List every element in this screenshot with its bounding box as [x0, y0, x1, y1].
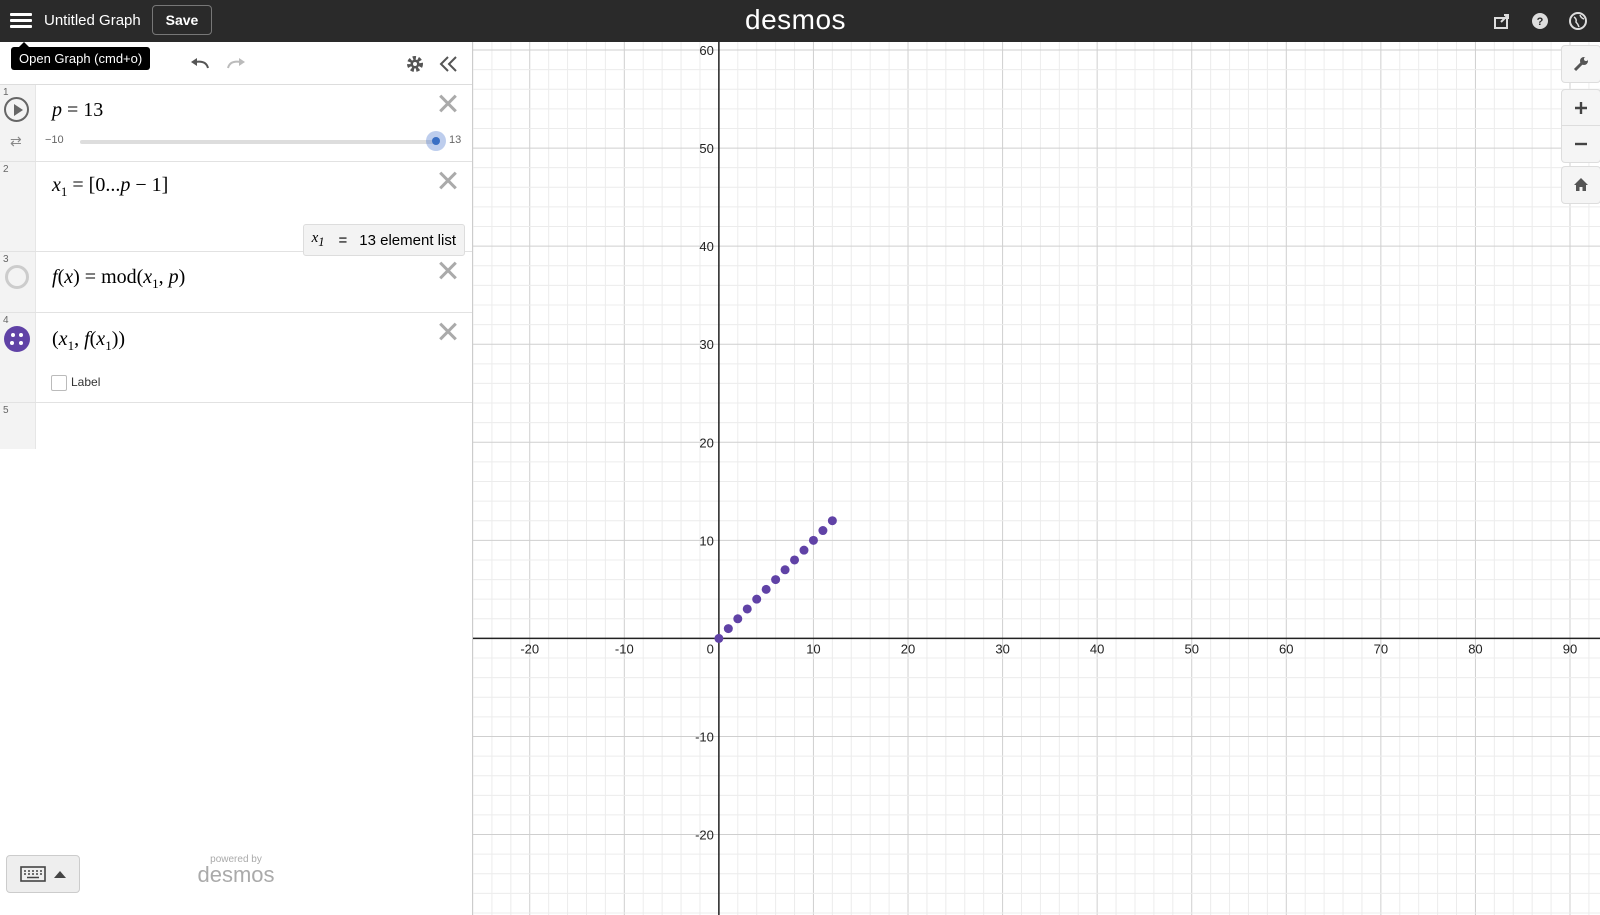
expression-index: 4 — [3, 315, 9, 326]
delete-icon[interactable] — [438, 93, 458, 113]
expression-panel: 1 ⇄ p = 13 −10 13 2 x1 = [0...p − 1] x1 … — [0, 42, 473, 915]
expression-row[interactable]: 2 x1 = [0...p − 1] x1 = 13 element list — [0, 162, 472, 256]
zoom-in-icon[interactable] — [1561, 89, 1600, 127]
slider-thumb[interactable] — [426, 131, 446, 151]
data-point[interactable] — [799, 545, 809, 555]
undo-icon[interactable] — [188, 52, 212, 76]
expression-row-empty[interactable]: 5 — [0, 403, 472, 449]
y-tick-label: 50 — [699, 141, 713, 156]
slider-max[interactable]: 13 — [449, 134, 461, 146]
y-tick-label: 10 — [699, 533, 713, 548]
x-tick-label: 40 — [1090, 641, 1104, 656]
y-tick-label: -20 — [695, 828, 714, 843]
svg-text:?: ? — [1537, 16, 1544, 28]
home-icon[interactable] — [1561, 166, 1600, 204]
wrench-icon[interactable] — [1561, 45, 1600, 83]
help-icon[interactable]: ? — [1529, 10, 1551, 32]
graph-paper[interactable]: -20 -10 0 10 20 30 40 50 60 70 80 90 -20 -10 10 20 30 40 5… — [473, 42, 1600, 915]
delete-icon[interactable] — [438, 260, 458, 280]
x-tick-label: 30 — [995, 641, 1009, 656]
delete-icon[interactable] — [438, 170, 458, 190]
expression-math[interactable]: p = 13 — [52, 99, 103, 122]
top-bar: Untitled Graph Save desmos ? — [0, 0, 1600, 42]
redo-icon[interactable] — [224, 52, 248, 76]
settings-icon[interactable] — [403, 52, 427, 76]
expression-math[interactable]: f(x) = mod(x1, p) — [52, 266, 185, 292]
collapse-icon[interactable] — [437, 52, 461, 76]
save-button[interactable]: Save — [152, 5, 212, 35]
keyboard-icon — [20, 866, 46, 882]
x-tick-label: 70 — [1374, 641, 1388, 656]
y-tick-label: -10 — [695, 729, 714, 744]
label-text: Label — [71, 375, 101, 389]
x-tick-label: 50 — [1184, 641, 1198, 656]
data-point[interactable] — [714, 633, 724, 643]
y-tick-label: 20 — [699, 435, 713, 450]
open-graph-tooltip: Open Graph (cmd+o) — [11, 42, 151, 70]
data-point[interactable] — [752, 594, 762, 604]
data-point[interactable] — [742, 604, 752, 614]
x-tick-label: -10 — [615, 641, 634, 656]
expression-row[interactable]: 4 (x1, f(x1)) Label — [0, 313, 472, 403]
delete-icon[interactable] — [438, 321, 458, 341]
slider-track[interactable] — [80, 140, 435, 144]
x-tick-label: 80 — [1468, 641, 1482, 656]
data-point[interactable] — [733, 614, 743, 624]
x-tick-label: 0 — [707, 641, 714, 656]
play-icon[interactable] — [4, 97, 29, 122]
y-tick-label: 40 — [699, 239, 713, 254]
x-tick-label: -20 — [520, 641, 539, 656]
x-tick-label: 20 — [901, 641, 915, 656]
data-point[interactable] — [827, 516, 837, 526]
expression-row[interactable]: 3 f(x) = mod(x1, p) — [0, 252, 472, 313]
expression-math[interactable]: (x1, f(x1)) — [52, 328, 125, 354]
expression-index: 2 — [3, 164, 9, 175]
menu-icon[interactable] — [10, 10, 32, 32]
desmos-logo: desmos — [745, 4, 847, 35]
expression-index: 5 — [3, 405, 9, 416]
data-point[interactable] — [790, 555, 800, 565]
label-checkbox[interactable] — [51, 375, 67, 391]
caret-up-icon — [54, 871, 66, 878]
keyboard-toggle-button[interactable] — [6, 855, 80, 893]
points-style-icon[interactable] — [4, 326, 30, 352]
graph-title[interactable]: Untitled Graph — [44, 12, 141, 29]
expression-index: 1 — [3, 87, 9, 98]
expression-index: 3 — [3, 254, 9, 265]
data-point[interactable] — [808, 535, 818, 545]
data-point[interactable] — [723, 624, 733, 634]
y-tick-label: 30 — [699, 337, 713, 352]
slider-min[interactable]: −10 — [45, 134, 64, 146]
expression-row[interactable]: 1 ⇄ p = 13 −10 13 — [0, 85, 472, 162]
data-point[interactable] — [761, 584, 771, 594]
zoom-out-icon[interactable] — [1561, 125, 1600, 163]
y-tick-label: 60 — [699, 43, 713, 58]
data-point[interactable] — [818, 526, 828, 536]
x-tick-label: 90 — [1563, 641, 1577, 656]
data-point[interactable] — [771, 575, 781, 585]
expression-math[interactable]: x1 = [0...p − 1] — [52, 174, 168, 200]
globe-icon[interactable] — [1567, 10, 1589, 32]
x-tick-label: 60 — [1279, 641, 1293, 656]
powered-by-desmos: powered by desmos — [197, 854, 275, 887]
data-point[interactable] — [780, 565, 790, 575]
x-tick-label: 10 — [806, 641, 820, 656]
hidden-graph-toggle-icon[interactable] — [5, 265, 29, 289]
share-icon[interactable] — [1491, 10, 1513, 32]
loop-icon[interactable]: ⇄ — [10, 133, 22, 150]
